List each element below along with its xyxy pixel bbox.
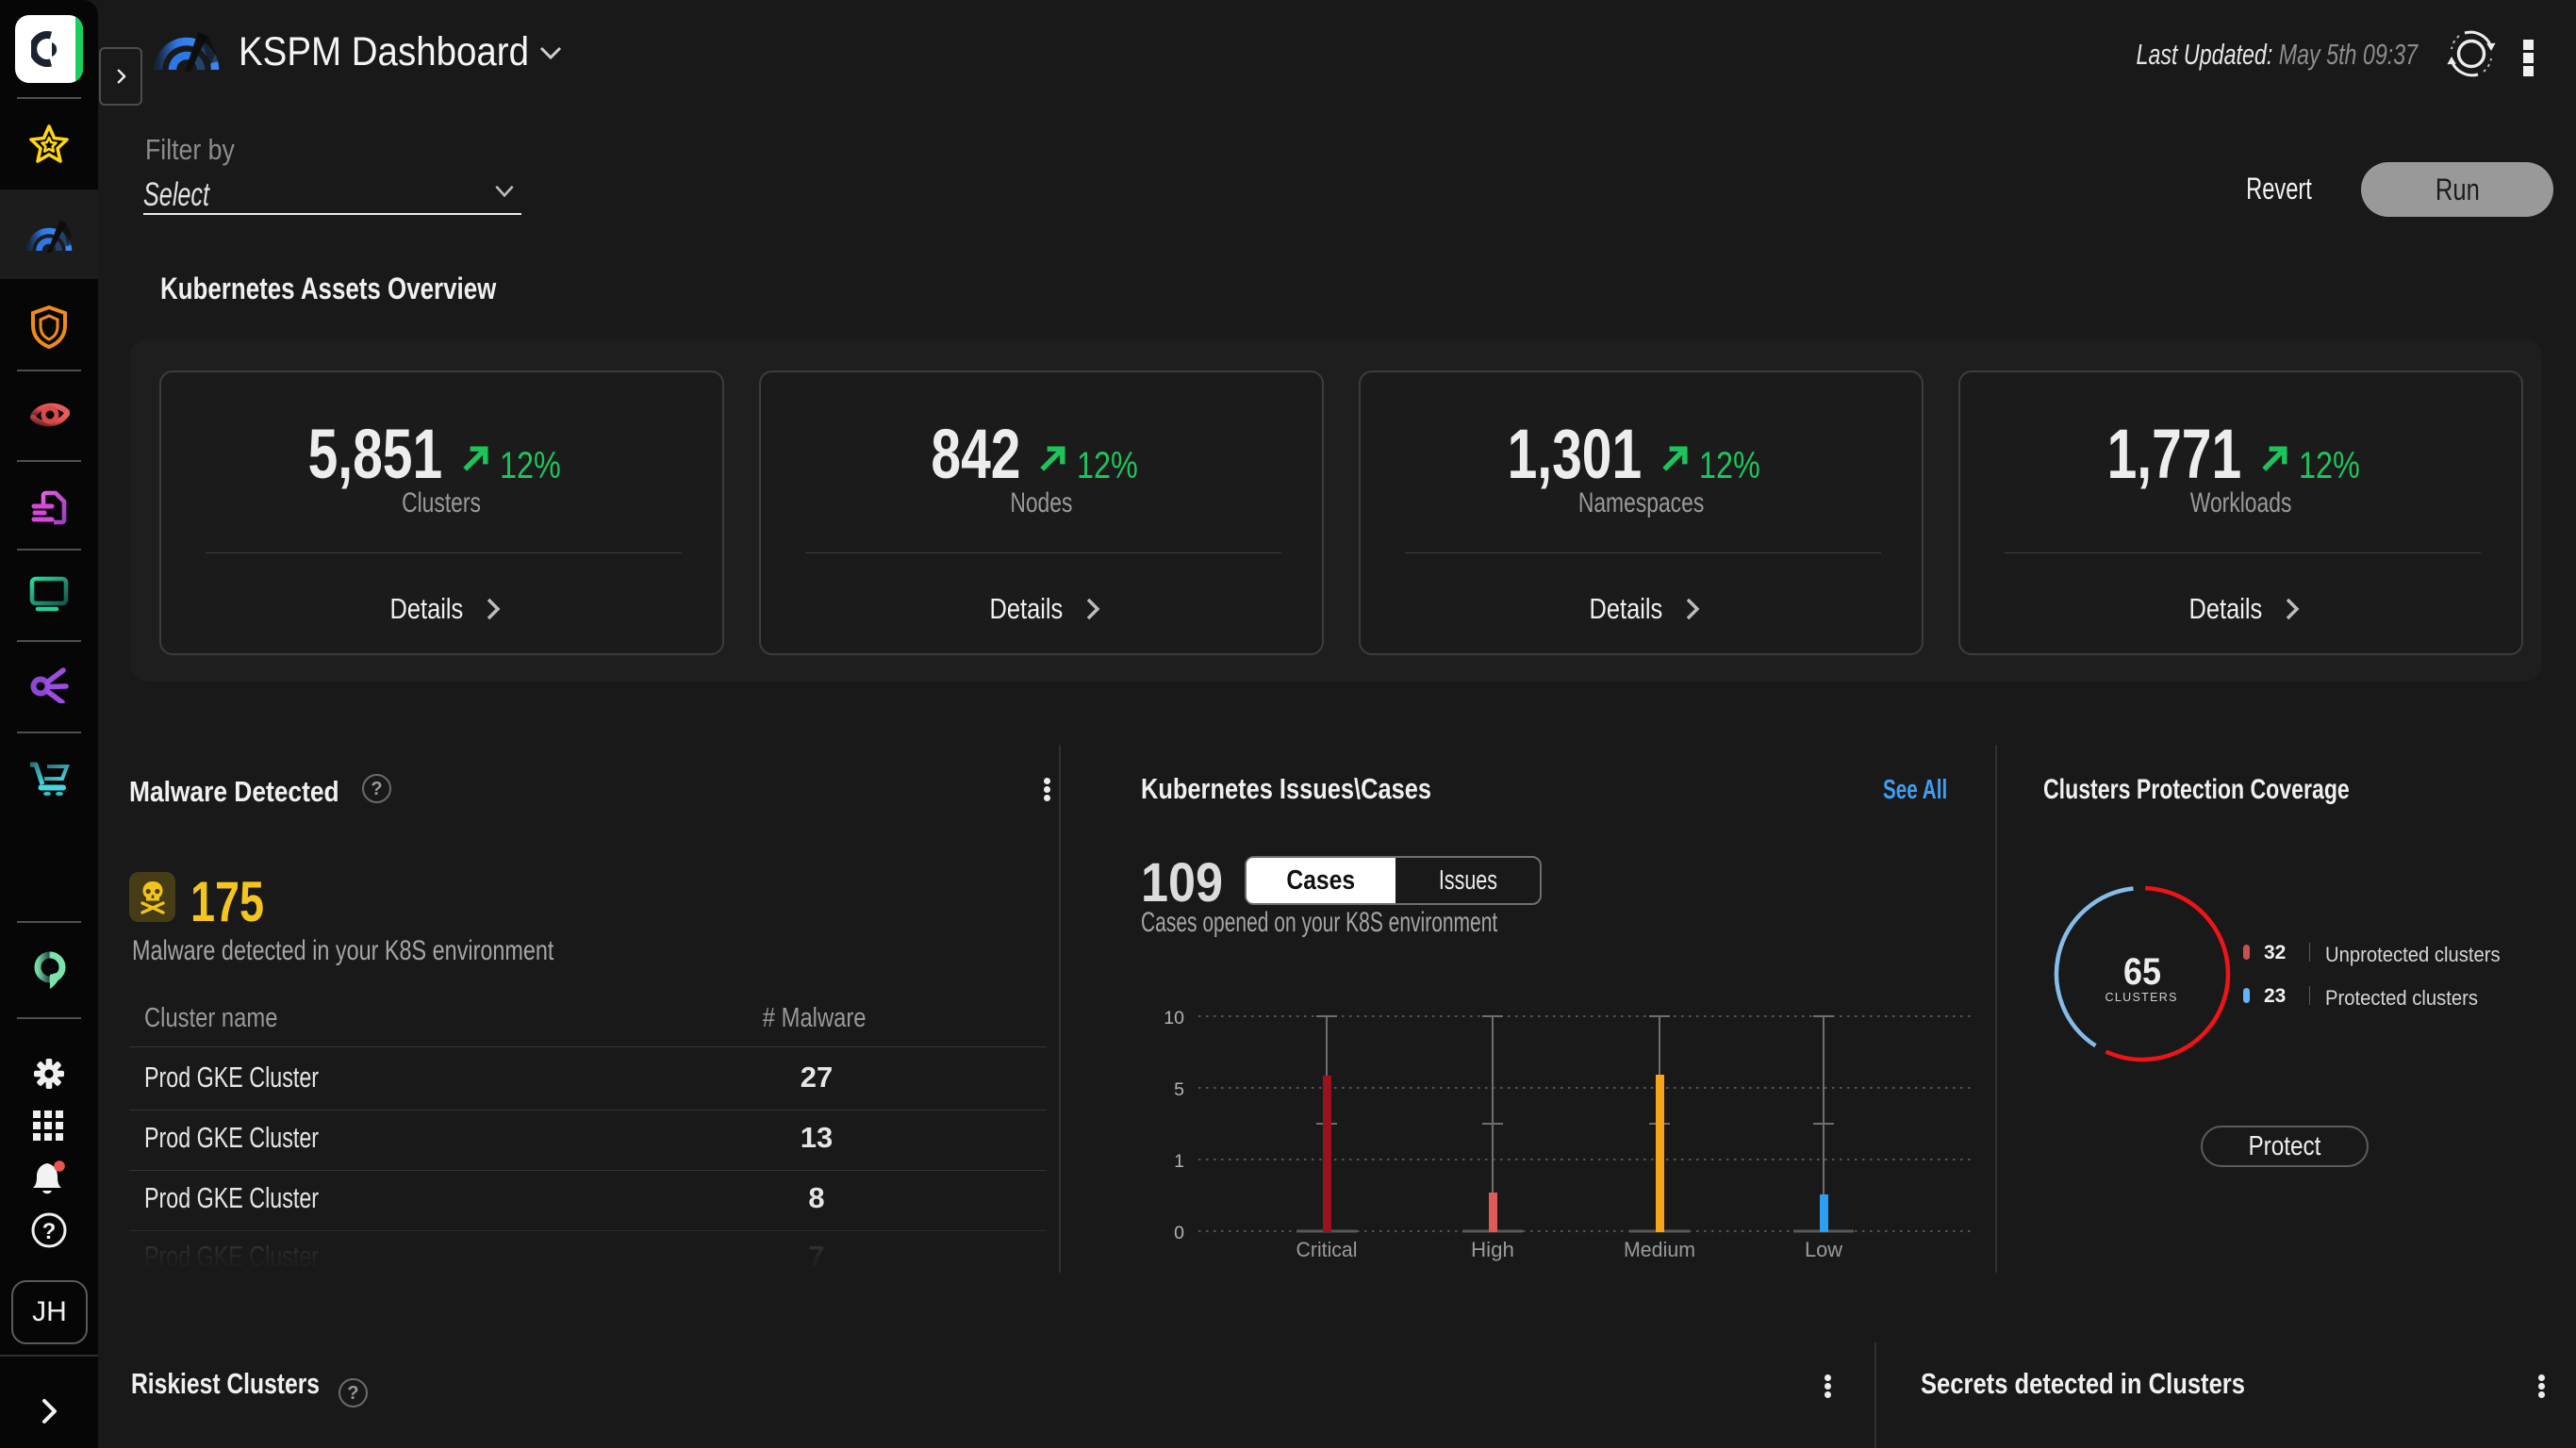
- svg-text:Medium: Medium: [1624, 1238, 1695, 1261]
- svg-text:?: ?: [42, 1219, 57, 1244]
- svg-text:65: 65: [2123, 951, 2161, 993]
- svg-text:Low: Low: [1805, 1238, 1842, 1261]
- svg-text:0: 0: [1174, 1223, 1184, 1243]
- svg-text:5: 5: [1174, 1079, 1184, 1100]
- svg-text:10: 10: [1164, 1008, 1184, 1028]
- svg-text:1: 1: [1174, 1151, 1184, 1172]
- svg-text:Critical: Critical: [1296, 1238, 1358, 1261]
- svg-text:CLUSTERS: CLUSTERS: [2105, 991, 2180, 1004]
- svg-text:High: High: [1471, 1238, 1514, 1261]
